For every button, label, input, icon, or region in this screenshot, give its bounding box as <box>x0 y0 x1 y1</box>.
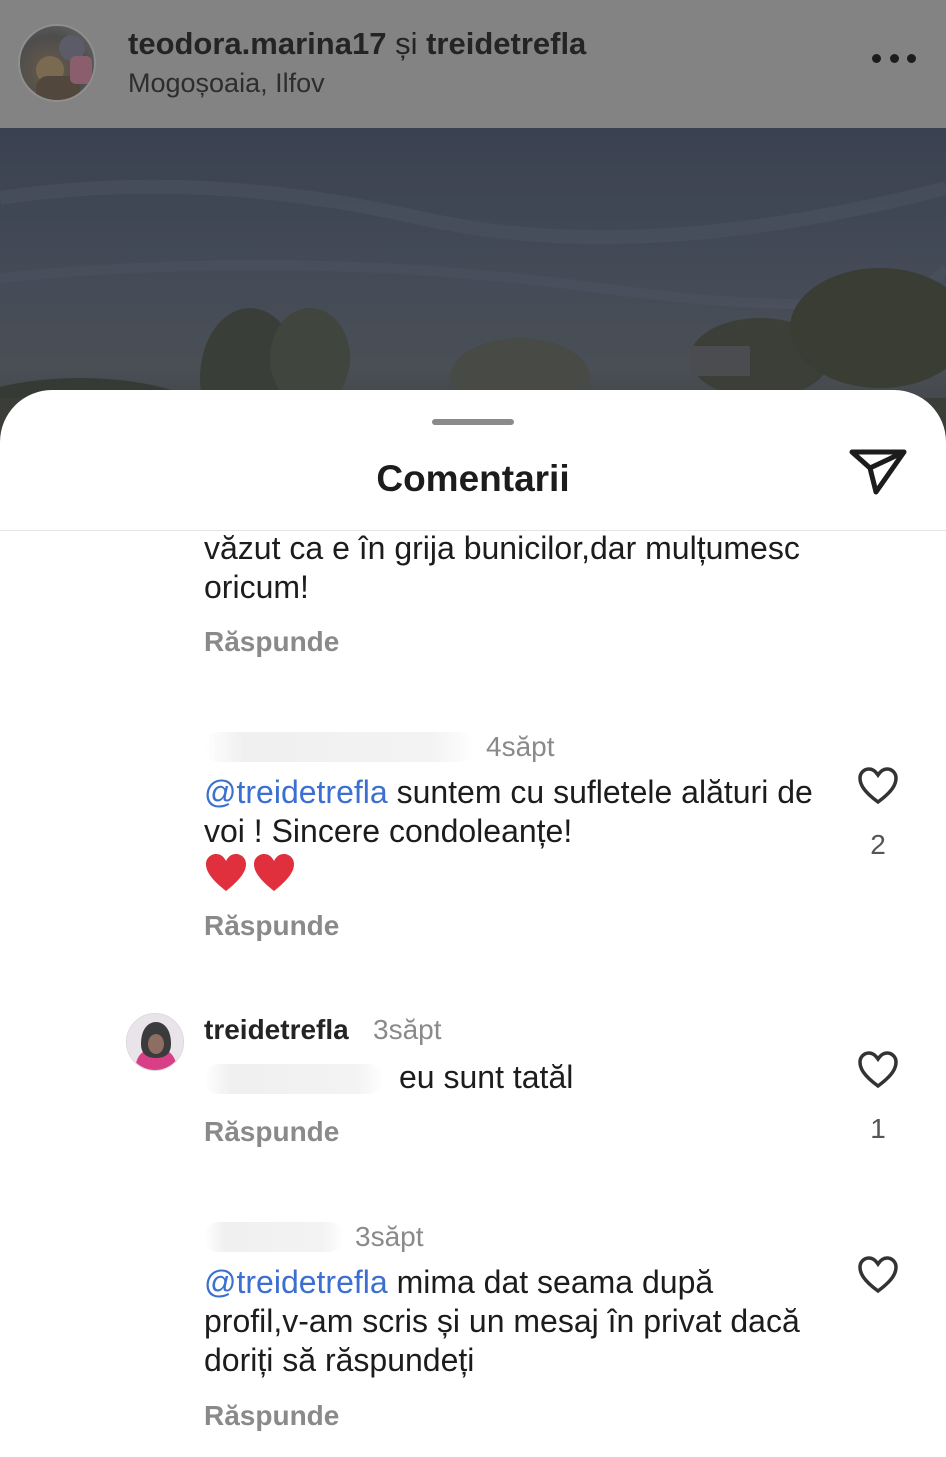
more-dot <box>889 53 899 63</box>
comment-timestamp: 3săpt <box>373 1014 442 1045</box>
comment-body: eu sunt tatăl <box>399 1059 574 1095</box>
redacted-mention <box>204 1064 384 1094</box>
heart-outline-icon[interactable] <box>857 1051 899 1089</box>
post-header: teodora.marina17 și treidetrefla Mogoșoa… <box>0 0 946 128</box>
redacted-username <box>204 1222 344 1252</box>
paper-plane-icon[interactable] <box>848 448 908 496</box>
more-dot <box>907 53 916 63</box>
comment-timestamp: 3săpt <box>355 1221 424 1252</box>
comment-text: @treidetrefla mima dat seama după profil… <box>204 1263 804 1380</box>
commenter-username[interactable]: treidetrefla <box>204 1014 349 1046</box>
sheet-grabber-handle[interactable] <box>432 419 514 425</box>
more-options-button[interactable] <box>872 48 916 68</box>
avatar-photo-icon <box>127 1014 183 1070</box>
like-count: 2 <box>870 829 886 860</box>
comment-timestamp: 4săpt <box>486 731 555 762</box>
reply-button[interactable]: Răspunde <box>204 1116 339 1148</box>
avatar-photo-icon <box>36 35 92 100</box>
red-heart-icon <box>206 853 246 891</box>
red-heart-icon <box>254 853 294 891</box>
post-author-primary[interactable]: teodora.marina17 <box>128 26 386 61</box>
comment-text: văzut ca e în grija bunicilor,dar mulțum… <box>204 530 800 605</box>
post-author-avatar[interactable] <box>18 24 96 102</box>
mention-link[interactable]: @treidetrefla <box>204 1264 388 1300</box>
heart-outline-icon[interactable] <box>857 1256 899 1294</box>
heart-emoji <box>204 852 300 891</box>
mention-link[interactable]: @treidetrefla <box>204 774 388 810</box>
heart-outline-icon[interactable] <box>857 767 899 805</box>
commenter-avatar[interactable] <box>126 1013 184 1071</box>
post-author-connector: și <box>395 26 418 61</box>
more-horizontal-icon <box>872 53 881 63</box>
reply-button[interactable]: Răspunde <box>204 1400 339 1432</box>
post-location[interactable]: Mogoșoaia, Ilfov <box>128 68 325 99</box>
comment-text: @treidetrefla suntem cu sufletele alătur… <box>204 773 824 893</box>
sheet-title: Comentarii <box>376 458 570 499</box>
redacted-username <box>204 732 474 762</box>
reply-button[interactable]: Răspunde <box>204 626 339 658</box>
like-count: 1 <box>870 1113 886 1144</box>
post-author-secondary[interactable]: treidetrefla <box>426 26 586 61</box>
post-authors[interactable]: teodora.marina17 și treidetrefla <box>128 26 586 62</box>
reply-button[interactable]: Răspunde <box>204 910 339 942</box>
